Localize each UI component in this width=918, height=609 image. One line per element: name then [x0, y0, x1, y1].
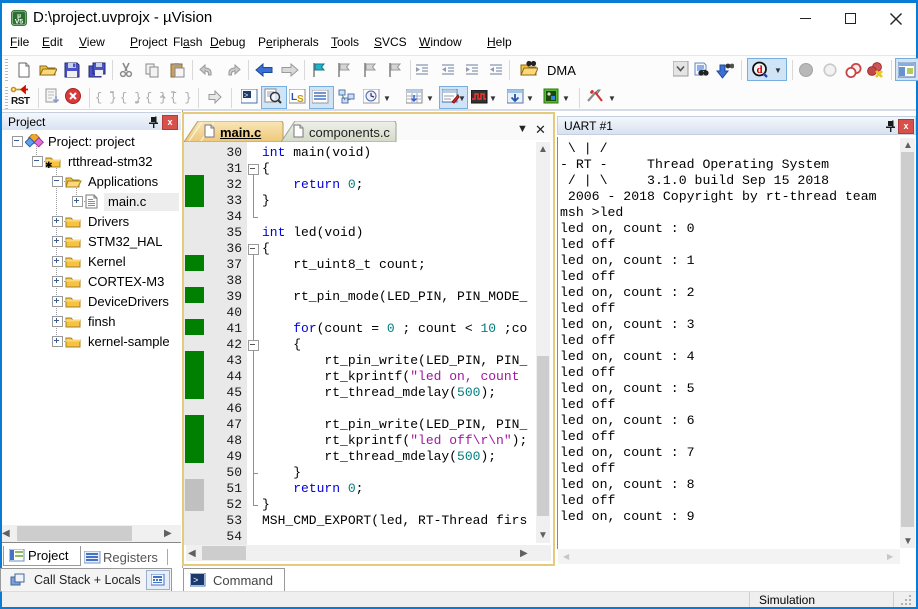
- svg-text:RST: RST: [11, 96, 30, 107]
- svg-text:>: >: [193, 576, 198, 586]
- svg-text:{ }: { }: [95, 91, 116, 105]
- svg-text:S: S: [297, 94, 304, 104]
- svg-text:V5: V5: [15, 18, 23, 25]
- svg-text:{ }: { }: [145, 91, 166, 105]
- svg-text:{ }: { }: [170, 91, 191, 105]
- svg-text:d: d: [756, 64, 762, 76]
- svg-text:>: >: [244, 93, 248, 101]
- svg-text:{ }: { }: [120, 91, 141, 105]
- svg-text:✱: ✱: [45, 160, 53, 169]
